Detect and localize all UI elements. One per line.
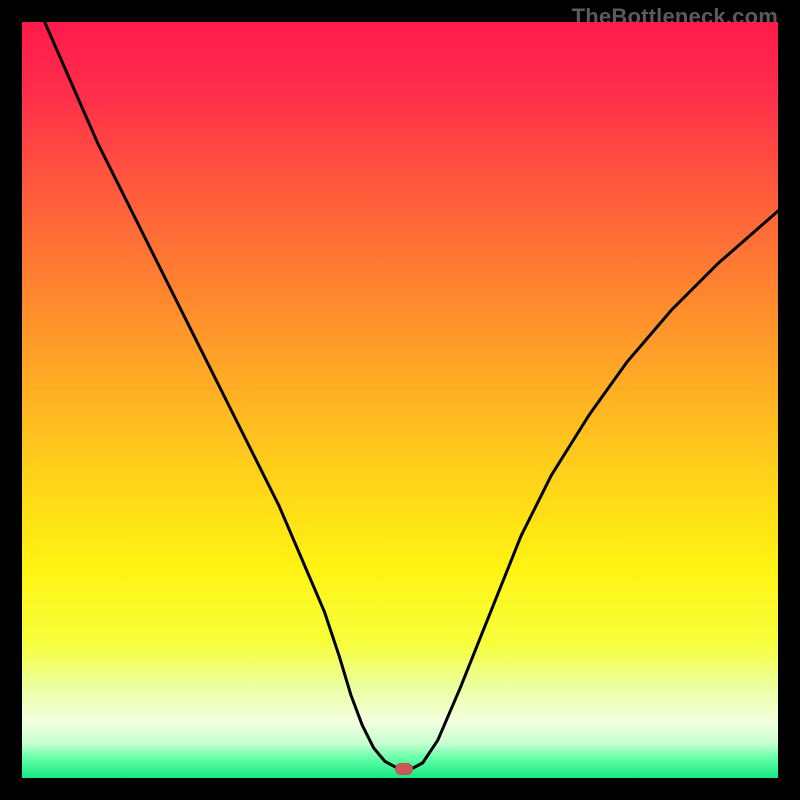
plot-area — [22, 22, 778, 778]
gradient-background — [22, 22, 778, 778]
chart-container: TheBottleneck.com — [0, 0, 800, 800]
data-marker — [395, 763, 413, 775]
chart-svg — [22, 22, 778, 778]
